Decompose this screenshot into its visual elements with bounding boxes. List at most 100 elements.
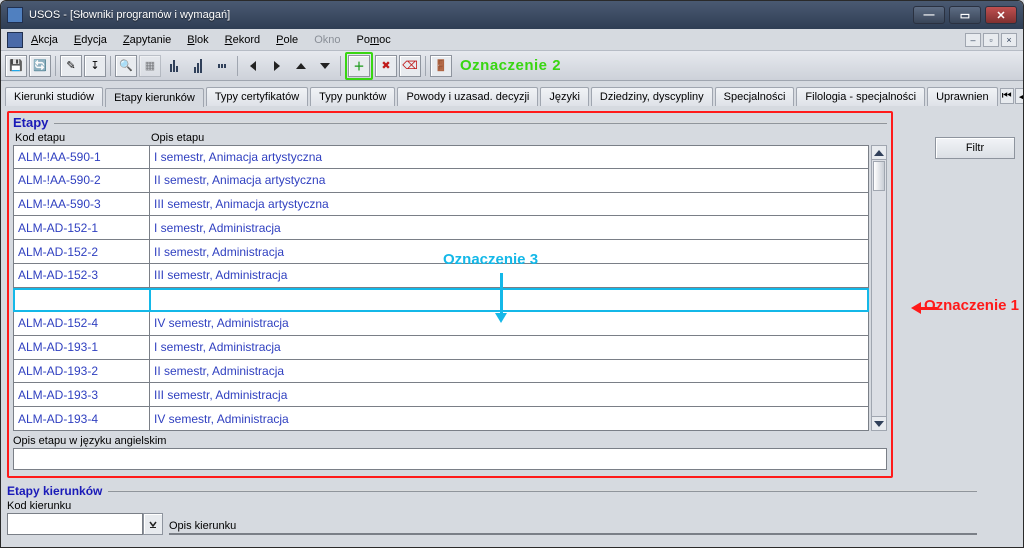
tab-dziedziny[interactable]: Dziedziny, dyscypliny — [591, 87, 713, 106]
maximize-button[interactable]: ▭ — [949, 6, 981, 24]
table-row[interactable]: ALM-AD-152-1I semestr, Administracja — [13, 216, 869, 240]
annotation-red-box: Etapy Kod etapu Opis etapu ALM-!AA-590-1… — [7, 111, 893, 478]
cell-opis[interactable]: IV semestr, Administracja — [149, 407, 869, 431]
next-block-icon[interactable] — [314, 55, 336, 77]
col-header-opis: Opis etapu — [149, 132, 887, 144]
query-icon[interactable]: 🔍 — [115, 55, 137, 77]
scroll-down-icon[interactable] — [872, 416, 886, 430]
tabscroll-first-icon[interactable]: ⏮ — [1000, 88, 1014, 104]
cell-kod[interactable]: ALM-AD-152-3 — [13, 264, 149, 288]
mdi-close-button[interactable]: × — [1001, 33, 1017, 47]
cell-kod[interactable]: ALM-AD-193-1 — [13, 336, 149, 360]
cell-kod[interactable] — [13, 288, 149, 312]
save-icon[interactable]: 💾 — [5, 55, 27, 77]
col-header-kod: Kod etapu — [13, 132, 149, 144]
eng-desc-input[interactable] — [13, 448, 887, 470]
mdi-minimize-button[interactable]: – — [965, 33, 981, 47]
minimize-button[interactable]: — — [913, 6, 945, 24]
clear-record-icon[interactable]: ⌫ — [399, 55, 421, 77]
filter-button[interactable]: Filtr — [935, 137, 1015, 159]
cell-opis[interactable]: II semestr, Administracja — [149, 360, 869, 384]
vertical-scrollbar[interactable] — [871, 145, 887, 431]
menubar: Akcja Edycja Zapytanie Blok Rekord Pole … — [1, 29, 1023, 51]
cell-opis[interactable] — [149, 288, 869, 312]
menu-blok[interactable]: Blok — [187, 34, 208, 46]
table-row[interactable]: ALM-AD-193-3III semestr, Administracja — [13, 383, 869, 407]
annotation-cyan-label: Oznaczenie 3 — [443, 251, 538, 268]
prev-block-icon[interactable] — [290, 55, 312, 77]
tabstrip: Kierunki studiów Etapy kierunków Typy ce… — [1, 81, 1023, 107]
tab-typy-certyfikatow[interactable]: Typy certyfikatów — [206, 87, 308, 106]
cell-kod[interactable]: ALM-AD-193-2 — [13, 360, 149, 384]
table-row[interactable]: ALM-AD-152-3III semestr, Administracja — [13, 264, 869, 288]
delete-record-icon[interactable]: ✖ — [375, 55, 397, 77]
chart3-icon[interactable] — [211, 55, 233, 77]
cell-kod[interactable]: ALM-AD-152-2 — [13, 240, 149, 264]
chart1-icon[interactable] — [163, 55, 185, 77]
menu-edycja[interactable]: Edycja — [74, 34, 107, 46]
table-row[interactable]: ALM-!AA-590-3III semestr, Animacja artys… — [13, 193, 869, 217]
scroll-thumb[interactable] — [873, 161, 885, 191]
refresh-icon[interactable]: 🔄 — [29, 55, 51, 77]
next-record-icon[interactable] — [266, 55, 288, 77]
cell-kod[interactable]: ALM-!AA-590-2 — [13, 169, 149, 193]
cell-kod[interactable]: ALM-AD-193-3 — [13, 383, 149, 407]
cell-opis[interactable]: III semestr, Administracja — [149, 383, 869, 407]
table-row[interactable]: ALM-AD-193-4IV semestr, Administracja — [13, 407, 869, 431]
tab-specjalnosci[interactable]: Specjalności — [715, 87, 795, 106]
cell-kod[interactable]: ALM-AD-152-1 — [13, 216, 149, 240]
close-button[interactable]: ✕ — [985, 6, 1017, 24]
tab-filologia[interactable]: Filologia - specjalności — [796, 87, 925, 106]
table-row[interactable] — [13, 288, 869, 312]
cell-opis[interactable]: I semestr, Administracja — [149, 216, 869, 240]
tab-kierunki-studiow[interactable]: Kierunki studiów — [5, 87, 103, 106]
cell-opis[interactable]: I semestr, Animacja artystyczna — [149, 145, 869, 169]
toolbar: 💾 🔄 ✎ ↧ 🔍 ▦ ＋ ✖ ⌫ 🚪 Oznaczenie 2 — [1, 51, 1023, 81]
chart2-icon[interactable] — [187, 55, 209, 77]
cell-kod[interactable]: ALM-!AA-590-1 — [13, 145, 149, 169]
cell-kod[interactable]: ALM-AD-193-4 — [13, 407, 149, 431]
cell-opis[interactable]: I semestr, Administracja — [149, 336, 869, 360]
opis-kierunku-input[interactable] — [169, 533, 977, 535]
kod-kierunku-dropdown-icon[interactable] — [143, 513, 163, 535]
cell-opis[interactable]: IV semestr, Administracja — [149, 312, 869, 336]
cell-kod[interactable]: ALM-AD-152-4 — [13, 312, 149, 336]
menu-akcja[interactable]: Akcja — [31, 34, 58, 46]
exit-icon[interactable]: 🚪 — [430, 55, 452, 77]
mdi-restore-button[interactable]: ▫ — [983, 33, 999, 47]
commit-icon[interactable]: ↧ — [84, 55, 106, 77]
table-row[interactable]: ALM-AD-193-2II semestr, Administracja — [13, 360, 869, 384]
table-row[interactable]: ALM-!AA-590-2II semestr, Animacja artyst… — [13, 169, 869, 193]
table-row[interactable]: ALM-AD-152-4IV semestr, Administracja — [13, 312, 869, 336]
edit-icon[interactable]: ✎ — [60, 55, 82, 77]
sort-icon[interactable]: ▦ — [139, 55, 161, 77]
main-window: USOS - [Słowniki programów i wymagań] — … — [0, 0, 1024, 548]
table-row[interactable]: ALM-AD-193-1I semestr, Administracja — [13, 336, 869, 360]
kod-kierunku-input[interactable] — [7, 513, 143, 535]
etapy-grid: ALM-!AA-590-1I semestr, Animacja artysty… — [13, 145, 887, 431]
tab-jezyki[interactable]: Języki — [540, 87, 589, 106]
tabscroll-prev-icon[interactable]: ◂ — [1015, 88, 1024, 104]
scroll-up-icon[interactable] — [872, 146, 886, 160]
window-title: USOS - [Słowniki programów i wymagań] — [29, 9, 913, 21]
cell-kod[interactable]: ALM-!AA-590-3 — [13, 193, 149, 217]
tab-etapy-kierunkow[interactable]: Etapy kierunków — [105, 88, 204, 107]
menu-pole[interactable]: Pole — [276, 34, 298, 46]
menu-okno[interactable]: Okno — [314, 34, 340, 46]
annotation-red-arrow — [919, 307, 937, 310]
tab-typy-punktow[interactable]: Typy punktów — [310, 87, 395, 106]
cell-opis[interactable]: II semestr, Animacja artystyczna — [149, 169, 869, 193]
tab-powody[interactable]: Powody i uzasad. decyzji — [397, 87, 538, 106]
menu-pomoc[interactable]: Pomoc — [356, 34, 390, 46]
tab-uprawnienia[interactable]: Uprawnien — [927, 87, 998, 106]
first-record-icon[interactable] — [242, 55, 264, 77]
table-row[interactable]: ALM-!AA-590-1I semestr, Animacja artysty… — [13, 145, 869, 169]
menu-zapytanie[interactable]: Zapytanie — [123, 34, 171, 46]
mdi-child-icon[interactable] — [7, 32, 23, 48]
cell-opis[interactable]: III semestr, Animacja artystyczna — [149, 193, 869, 217]
insert-record-icon[interactable]: ＋ — [348, 55, 370, 77]
titlebar: USOS - [Słowniki programów i wymagań] — … — [1, 1, 1023, 29]
opis-kierunku-label: Opis kierunku — [169, 520, 977, 532]
menu-rekord[interactable]: Rekord — [225, 34, 260, 46]
table-row[interactable]: ALM-AD-152-2II semestr, Administracja — [13, 240, 869, 264]
